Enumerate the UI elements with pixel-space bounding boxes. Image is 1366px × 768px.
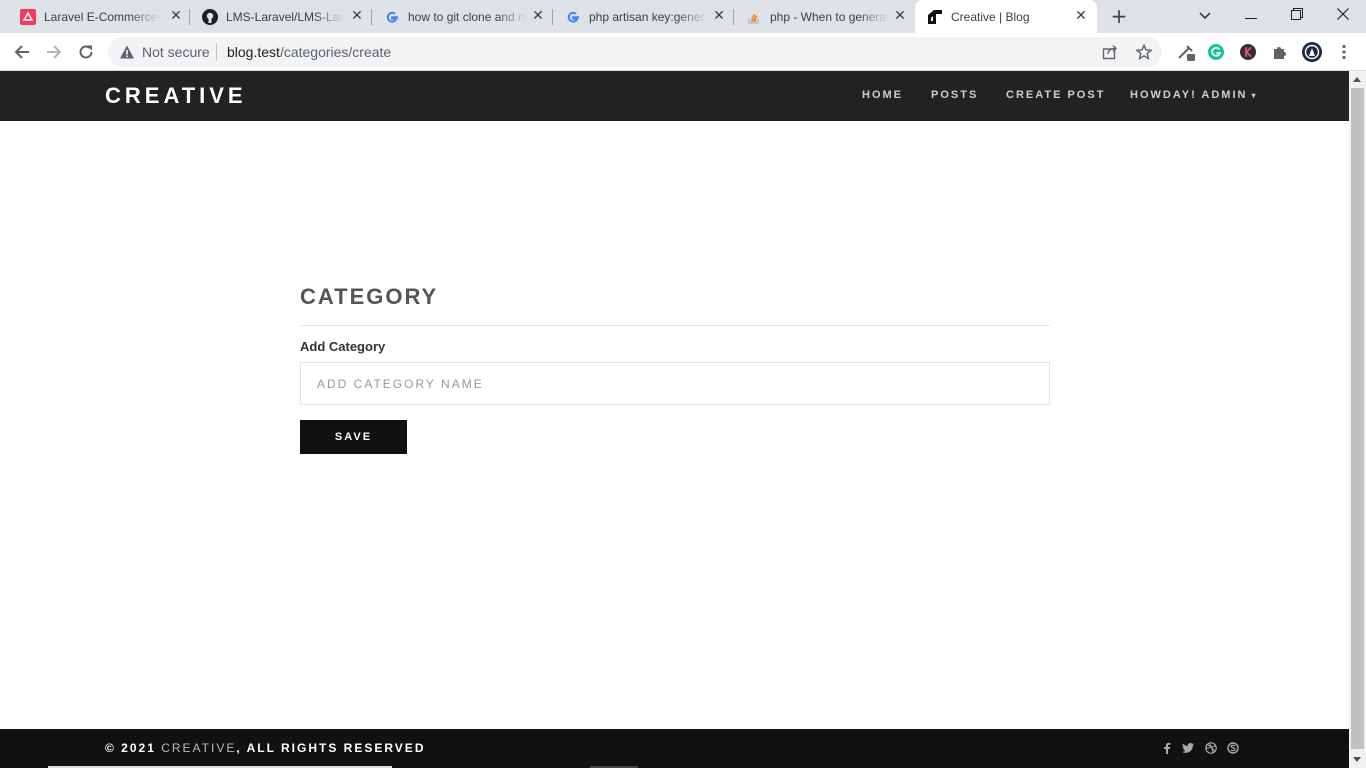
tab-close-icon[interactable]: ✕ [711, 8, 727, 24]
browser-tab-active[interactable]: Creative | Blog ✕ [915, 0, 1097, 33]
nav-create-post[interactable]: CREATE POST [1006, 89, 1105, 101]
k-extension-icon[interactable] [1238, 42, 1258, 62]
tab-title: php artisan key:generate [589, 10, 707, 24]
github-icon [202, 9, 218, 25]
site-logo[interactable]: CREATIVE [105, 83, 247, 109]
back-icon[interactable] [12, 42, 32, 62]
facebook-icon[interactable] [1160, 741, 1174, 755]
bookmark-star-icon[interactable] [1135, 43, 1153, 61]
dribbble-icon[interactable] [1204, 741, 1218, 755]
page-title: CATEGORY [300, 284, 439, 309]
security-label[interactable]: Not secure [142, 44, 210, 60]
google-icon [565, 9, 581, 25]
scroll-up-arrow-icon[interactable] [1353, 77, 1361, 82]
tab-close-icon[interactable]: ✕ [349, 8, 365, 24]
url-path: /categories/create [279, 44, 392, 60]
scroll-down-arrow-icon[interactable] [1353, 757, 1361, 762]
nav-posts[interactable]: POSTS [931, 89, 978, 101]
google-icon [384, 9, 400, 25]
minimize-button[interactable] [1240, 5, 1262, 27]
footer-brand-link[interactable]: CREATIVE [161, 741, 236, 755]
footer-copyright: © 2021 CREATIVE, ALL RIGHTS RESERVED [105, 741, 425, 755]
tab-close-icon[interactable]: ✕ [530, 8, 546, 24]
extensions-puzzle-icon[interactable] [1270, 42, 1290, 62]
page-scrollbar[interactable] [1349, 71, 1366, 768]
browser-tab-google-2[interactable]: php artisan key:generate ✕ [553, 0, 734, 33]
tab-title: Creative | Blog [951, 10, 1030, 24]
eyedropper-extension-icon[interactable] [1176, 42, 1196, 62]
creative-icon [927, 9, 943, 25]
new-tab-button[interactable]: + [1109, 6, 1129, 26]
warning-icon[interactable] [119, 44, 135, 64]
address-divider [216, 43, 217, 61]
browser-toolbar: Not secure blog.test/categories/create [0, 33, 1366, 71]
twitter-icon[interactable] [1181, 741, 1195, 755]
tab-title: Laravel E-Commerce Admin [44, 10, 159, 24]
browser-tab-github[interactable]: LMS-Laravel/LMS-Laravel ✕ [190, 0, 372, 33]
site-header: CREATIVE HOME POSTS CREATE POST HOWDAY! … [0, 71, 1349, 121]
tab-title: LMS-Laravel/LMS-Laravel [226, 10, 344, 24]
heading-divider [300, 325, 1050, 326]
laravel-icon [20, 9, 36, 25]
browser-menu-icon[interactable] [1334, 42, 1354, 62]
category-field-label: Add Category [300, 339, 386, 354]
address-bar[interactable]: Not secure blog.test/categories/create [108, 37, 1162, 67]
close-window-button[interactable] [1332, 5, 1354, 27]
category-name-input[interactable] [300, 362, 1050, 405]
copyright-prefix: © 2021 [105, 741, 162, 755]
tab-title: php - When to generate [770, 10, 888, 24]
stackoverflow-icon [746, 9, 762, 25]
browser-tab-strip: Laravel E-Commerce Admin ✕ LMS-Laravel/L… [0, 0, 1366, 33]
browser-tab-google-1[interactable]: how to git clone and run ✕ [372, 0, 553, 33]
restore-button[interactable] [1286, 5, 1308, 27]
forward-icon[interactable] [44, 42, 64, 62]
save-button[interactable]: SAVE [300, 420, 407, 454]
copyright-suffix: , ALL RIGHTS RESERVED [236, 741, 426, 755]
scrollbar-thumb[interactable] [1351, 88, 1364, 749]
url-host: blog.test [227, 44, 280, 60]
tab-close-icon[interactable]: ✕ [168, 8, 184, 24]
tab-search-icon[interactable] [1194, 5, 1216, 27]
browser-tab-stackoverflow[interactable]: php - When to generate ✕ [734, 0, 915, 33]
tab-close-icon[interactable]: ✕ [892, 8, 908, 24]
url-text[interactable]: blog.test/categories/create [227, 44, 391, 60]
skype-icon[interactable] [1226, 741, 1240, 755]
reload-icon[interactable] [76, 42, 96, 62]
nav-home[interactable]: HOME [862, 89, 903, 101]
profile-avatar-icon[interactable] [1301, 41, 1323, 63]
tab-title: how to git clone and run [408, 10, 526, 24]
browser-tab-laravel[interactable]: Laravel E-Commerce Admin ✕ [8, 0, 190, 33]
tab-close-icon[interactable]: ✕ [1073, 8, 1089, 24]
site-footer: © 2021 CREATIVE, ALL RIGHTS RESERVED [0, 729, 1349, 768]
nav-user-menu[interactable]: HOWDAY! ADMIN ▾ [1130, 89, 1255, 101]
chevron-down-icon: ▾ [1251, 91, 1256, 100]
share-icon[interactable] [1101, 43, 1119, 61]
user-menu-label: HOWDAY! ADMIN [1130, 89, 1248, 101]
grammarly-icon[interactable] [1206, 42, 1226, 62]
page-viewport: CREATIVE HOME POSTS CREATE POST HOWDAY! … [0, 71, 1349, 768]
